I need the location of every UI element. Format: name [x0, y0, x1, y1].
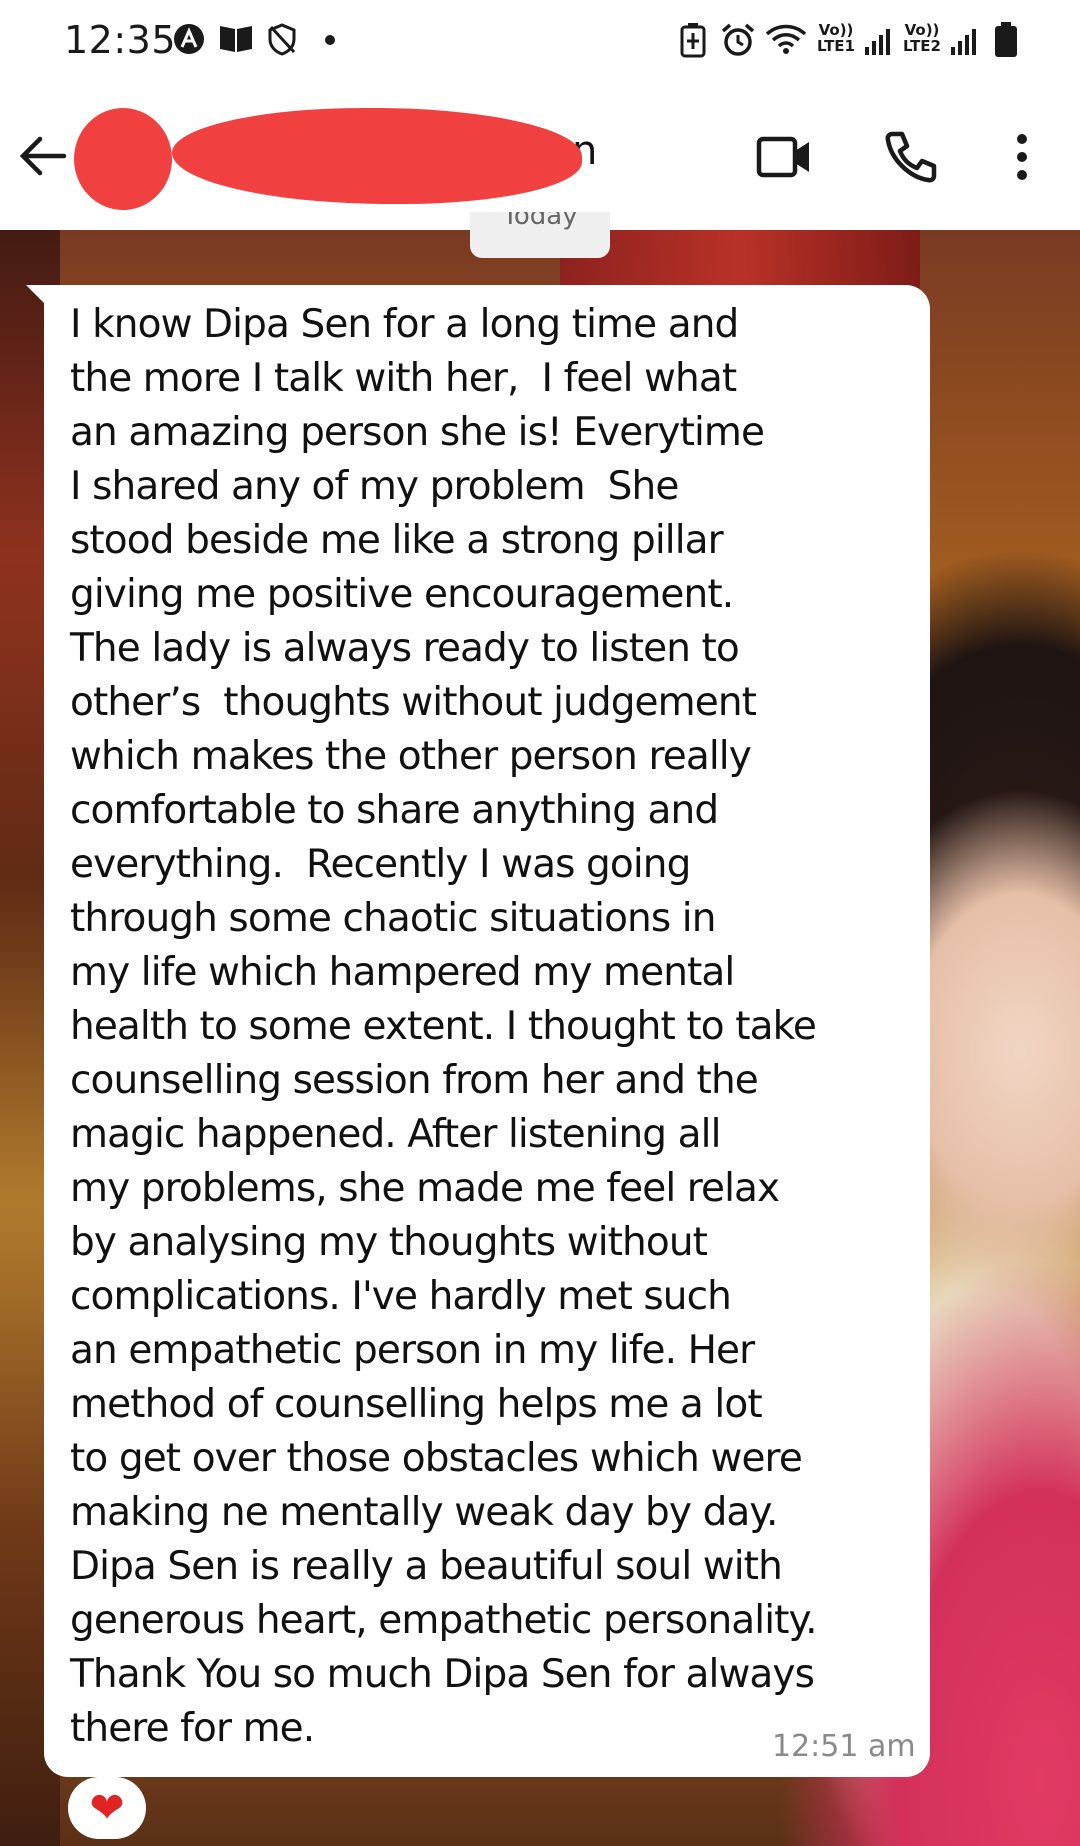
date-chip: Today: [470, 212, 610, 258]
battery-icon: [995, 22, 1017, 57]
status-bar: 12:35 Vo)) LTE1 Vo)) LTE2: [0, 0, 1080, 80]
network-lte1-label: Vo)) LTE1: [817, 21, 855, 55]
wifi-icon: [765, 24, 807, 54]
message-text: I know Dipa Sen for a long time and the …: [70, 302, 818, 1751]
signal-icon: [865, 29, 890, 55]
avatar-redaction: [74, 108, 172, 210]
alarm-icon: [721, 23, 755, 56]
dot-icon: [325, 35, 335, 45]
more-vertical-icon[interactable]: [1010, 132, 1034, 182]
signal-icon: [951, 29, 976, 55]
battery-saver-icon: [680, 23, 706, 58]
network-lte2-label: Vo)) LTE2: [903, 21, 941, 55]
video-call-icon[interactable]: [756, 134, 812, 180]
message-time: 12:51 am: [772, 1729, 916, 1764]
date-chip-label: Today: [502, 212, 578, 231]
reaction-badge[interactable]: ❤: [68, 1777, 146, 1839]
shield-off-icon: [268, 23, 296, 56]
a-circle-icon: [174, 24, 204, 54]
arrow-left-icon[interactable]: [18, 134, 68, 178]
phone-icon[interactable]: [884, 130, 938, 184]
wallpaper-detail: [560, 230, 920, 290]
heart-icon: ❤: [89, 1783, 125, 1832]
status-time: 12:35: [64, 18, 177, 62]
book-icon: [220, 26, 252, 52]
